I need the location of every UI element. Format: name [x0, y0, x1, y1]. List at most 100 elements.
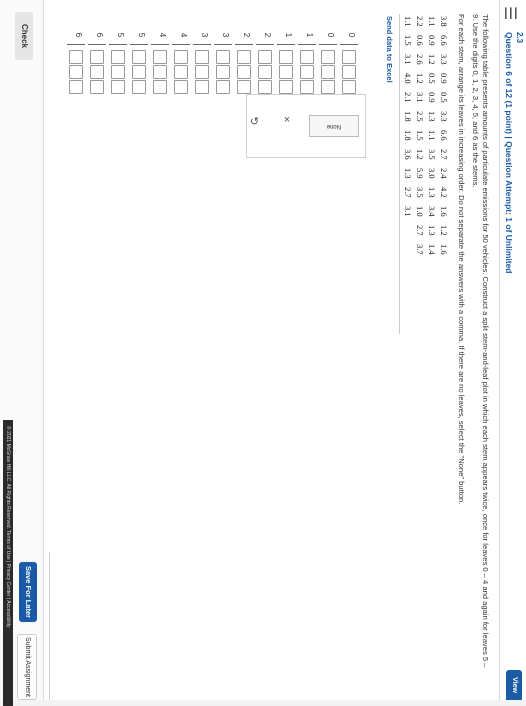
plot-row: 6: [88, 30, 106, 140]
table-row: 1.1 1.5 3.1 4.0 2.1 1.8 1.8 3.6 1.3 2.7 3.1: [402, 16, 414, 263]
leaf-input-box[interactable]: [174, 80, 188, 94]
leaf-input-box[interactable]: [195, 65, 209, 79]
leaf-input-box[interactable]: [69, 50, 83, 64]
plot-row: 5: [109, 30, 127, 140]
leaf-input-box[interactable]: [300, 50, 314, 64]
table-cell: 3.1: [415, 92, 425, 103]
view-button[interactable]: View: [506, 670, 522, 700]
stem-divider: [151, 44, 169, 45]
stem-label: 5: [137, 32, 146, 38]
leaf-input-box[interactable]: [216, 50, 230, 64]
stem-label: 2: [263, 32, 272, 38]
table-cell: 0.5: [439, 92, 449, 103]
leaf-input-box[interactable]: [300, 80, 314, 94]
table-cell: 1.2: [415, 149, 425, 160]
leaf-input-box[interactable]: [279, 80, 293, 94]
leaf-input-box[interactable]: [342, 65, 356, 79]
leaf-input-box[interactable]: [216, 80, 230, 94]
table-cell: 1.1: [427, 130, 437, 141]
none-button[interactable]: None: [309, 115, 359, 137]
stem-label: 4: [179, 32, 188, 38]
stem-divider: [130, 44, 148, 45]
plot-row: 3: [193, 30, 211, 140]
leaf-input-box[interactable]: [237, 50, 251, 64]
table-cell: 3.1: [403, 54, 413, 65]
submit-assignment-button[interactable]: Submit Assignment: [17, 634, 37, 700]
table-cell: 3.8: [439, 16, 449, 27]
leaf-input-box[interactable]: [90, 65, 104, 79]
leaf-input-box[interactable]: [279, 65, 293, 79]
leaf-input-box[interactable]: [111, 50, 125, 64]
undo-icon[interactable]: ↺: [250, 115, 259, 128]
stem-divider: [214, 44, 232, 45]
save-for-later-button[interactable]: Save For Later: [19, 562, 37, 622]
leaf-input-box[interactable]: [153, 80, 167, 94]
table-cell: 2.7: [415, 225, 425, 236]
clear-icon[interactable]: ×: [284, 114, 290, 126]
leaf-input-box[interactable]: [174, 65, 188, 79]
leaf-input-box[interactable]: [195, 50, 209, 64]
leaf-input-box[interactable]: [111, 80, 125, 94]
copyright-bar: © 2021 McGraw Hill LLC. All Rights Reser…: [3, 420, 13, 706]
table-cell: 3.5: [427, 149, 437, 160]
leaf-input-box[interactable]: [258, 50, 272, 64]
leaf-input-box[interactable]: [90, 50, 104, 64]
send-to-excel-link[interactable]: Send data to Excel: [385, 16, 394, 83]
leaf-input-box[interactable]: [174, 50, 188, 64]
leaf-input-box[interactable]: [300, 65, 314, 79]
table-cell: 1.8: [403, 130, 413, 141]
check-button[interactable]: Check: [15, 12, 33, 60]
leaf-input-box[interactable]: [258, 65, 272, 79]
stem-divider: [67, 44, 85, 45]
leaf-input-box[interactable]: [90, 80, 104, 94]
menu-icon[interactable]: ☰: [500, 6, 520, 20]
table-cell: 1.5: [403, 35, 413, 46]
stem-label: 0: [347, 32, 356, 38]
leaf-input-box[interactable]: [237, 80, 251, 94]
table-cell: 0.5: [427, 73, 437, 84]
table-cell: 0.9: [427, 35, 437, 46]
leaf-input-box[interactable]: [153, 50, 167, 64]
table-cell: 3.6: [403, 149, 413, 160]
table-cell: 0.9: [427, 92, 437, 103]
leaf-input-box[interactable]: [342, 80, 356, 94]
table-cell: 5.9: [415, 168, 425, 179]
question-title: Question 6 of 12 (1 point) | Question At…: [504, 32, 514, 274]
leaf-input-box[interactable]: [321, 80, 335, 94]
leaf-input-box[interactable]: [237, 65, 251, 79]
leaf-input-box[interactable]: [216, 65, 230, 79]
leaf-input-box[interactable]: [258, 80, 272, 94]
stem-label: 6: [95, 32, 104, 38]
plot-row: 6: [67, 30, 85, 140]
leaf-input-box[interactable]: [69, 65, 83, 79]
instructions-ordering: For each stem, arrange its leaves in inc…: [457, 14, 466, 505]
leaf-input-box[interactable]: [69, 80, 83, 94]
stem-label: 6: [74, 32, 83, 38]
leaf-input-box[interactable]: [153, 65, 167, 79]
leaf-input-box[interactable]: [132, 80, 146, 94]
stem-label: 0: [326, 32, 335, 38]
table-cell: 1.3: [403, 168, 413, 179]
table-cell: 1.5: [415, 130, 425, 141]
plot-row: 3: [214, 30, 232, 140]
stem-divider: [340, 44, 358, 45]
footer-divider: [49, 552, 50, 700]
table-cell: 1.3: [427, 111, 437, 122]
footer: Check Save For Later Submit Assignment ©…: [0, 0, 44, 706]
leaf-input-box[interactable]: [321, 65, 335, 79]
leaf-input-box[interactable]: [132, 65, 146, 79]
leaf-input-box[interactable]: [195, 80, 209, 94]
leaf-input-box[interactable]: [111, 65, 125, 79]
assignment-page: ☰ 2.3 Question 6 of 12 (1 point) | Quest…: [0, 0, 526, 706]
stem-divider: [109, 44, 127, 45]
table-cell: 2.7: [439, 149, 449, 160]
table-cell: 2.4: [439, 168, 449, 179]
leaf-input-box[interactable]: [321, 50, 335, 64]
stem-divider: [88, 44, 106, 45]
leaf-input-box[interactable]: [279, 50, 293, 64]
table-row: 1.1 0.9 1.2 0.5 0.9 1.3 1.1 3.5 3.0 1.3 3.4 1.3 1.4: [426, 16, 438, 263]
leaf-input-box[interactable]: [132, 50, 146, 64]
stem-divider: [235, 44, 253, 45]
leaf-input-box[interactable]: [342, 50, 356, 64]
stem-label: 5: [116, 32, 125, 38]
